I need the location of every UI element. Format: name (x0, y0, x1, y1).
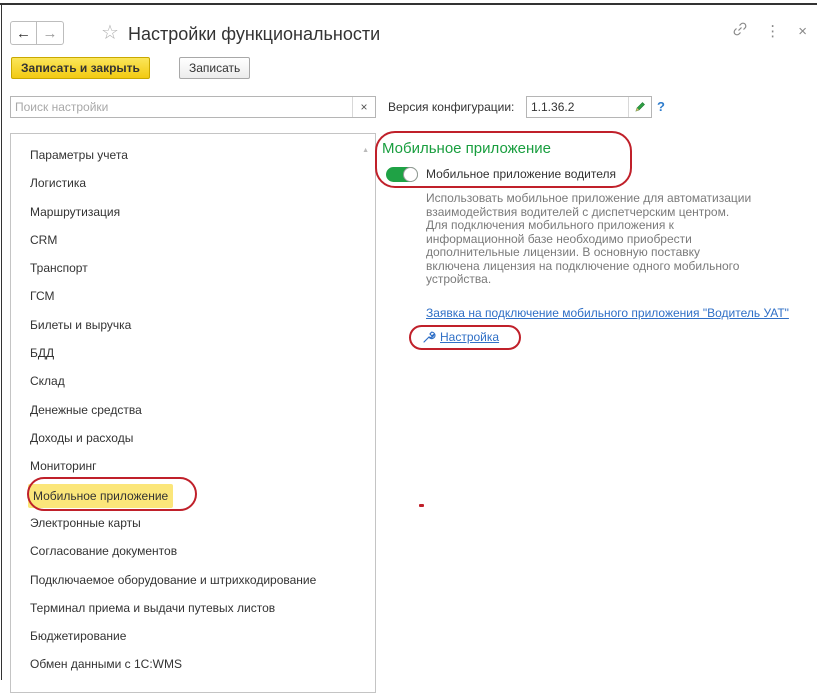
close-icon[interactable]: × (798, 23, 807, 40)
settings-link[interactable]: Настройка (422, 330, 499, 344)
list-item-selected[interactable]: Мобильное приложение (28, 484, 174, 508)
save-and-close-button[interactable]: Записать и закрыть (11, 57, 150, 79)
list-item[interactable]: Маршрутизация (30, 204, 120, 220)
list-item[interactable]: CRM (30, 232, 57, 248)
description-line: дополнительные лицензии. В основную пост… (426, 245, 701, 259)
description-line: включена лицензия на подключение одного … (426, 258, 740, 273)
description-line: взаимодействия водителей с диспетчерским… (426, 204, 730, 219)
window-top-border (0, 3, 817, 5)
list-item[interactable]: Логистика (30, 175, 86, 191)
list-item[interactable]: Билеты и выручка (30, 317, 131, 333)
toggle-knob (403, 167, 418, 182)
forward-button[interactable]: → (37, 21, 64, 45)
description: Использовать мобильное приложение для ав… (426, 191, 786, 287)
red-mark (419, 504, 424, 507)
version-label: Версия конфигурации: (388, 100, 515, 114)
version-field (526, 96, 652, 118)
description-line: Для подключения мобильного приложения к (426, 218, 674, 232)
list-item[interactable]: Согласование документов (30, 543, 177, 559)
window-left-border (1, 5, 2, 680)
history-nav: ← → (10, 21, 64, 45)
help-icon[interactable]: ? (657, 99, 665, 114)
link-icon[interactable] (733, 22, 747, 40)
list-item[interactable]: БДД (30, 345, 54, 361)
arrow-right-icon: → (42, 24, 58, 42)
description-line: устройства. (426, 272, 492, 286)
connection-request-link[interactable]: Заявка на подключение мобильного приложе… (426, 306, 789, 320)
list-item[interactable]: Транспорт (30, 260, 88, 276)
list-item[interactable]: Терминал приема и выдачи путевых листов (30, 600, 275, 616)
toggle-label[interactable]: Мобильное приложение водителя (426, 167, 616, 181)
list-item[interactable]: ГСМ (30, 288, 55, 304)
back-button[interactable]: ← (10, 21, 37, 45)
section-title: Мобильное приложение (382, 140, 551, 157)
pencil-icon[interactable] (628, 97, 651, 117)
wrench-icon (423, 331, 436, 343)
list-item[interactable]: Обмен данными с 1С:WMS (30, 656, 182, 672)
list-item[interactable]: Бюджетирование (30, 628, 126, 644)
settings-link-label: Настройка (440, 330, 500, 344)
link-icon-shape (733, 22, 747, 36)
clear-icon[interactable]: × (352, 97, 375, 117)
list-item[interactable]: Подключаемое оборудование и штрихкодиров… (30, 572, 316, 588)
list-item[interactable]: Мониторинг (30, 458, 97, 474)
pencil-icon-shape (635, 102, 645, 112)
save-button[interactable]: Записать (179, 57, 251, 79)
search-box: × (10, 96, 376, 118)
window-title: Настройки функциональности (128, 24, 381, 44)
scroll-up-icon[interactable]: ▲ (362, 147, 369, 154)
description-line: Использовать мобильное приложение для ав… (426, 191, 752, 205)
version-input[interactable] (527, 97, 635, 117)
window-actions: ⋮ × (733, 22, 807, 40)
more-icon[interactable]: ⋮ (765, 22, 780, 40)
search-input[interactable] (11, 97, 349, 117)
arrow-left-icon: ← (16, 24, 31, 42)
list-item[interactable]: Параметры учета (30, 147, 128, 163)
star-icon[interactable]: ☆ (101, 20, 119, 46)
list-item[interactable]: Доходы и расходы (30, 430, 133, 446)
driver-app-toggle[interactable] (386, 167, 418, 182)
list-item[interactable]: Склад (30, 373, 65, 389)
description-line: информационной базе необходимо приобрест… (426, 231, 692, 246)
list-item[interactable]: Электронные карты (30, 515, 141, 531)
list-item[interactable]: Денежные средства (30, 402, 142, 418)
